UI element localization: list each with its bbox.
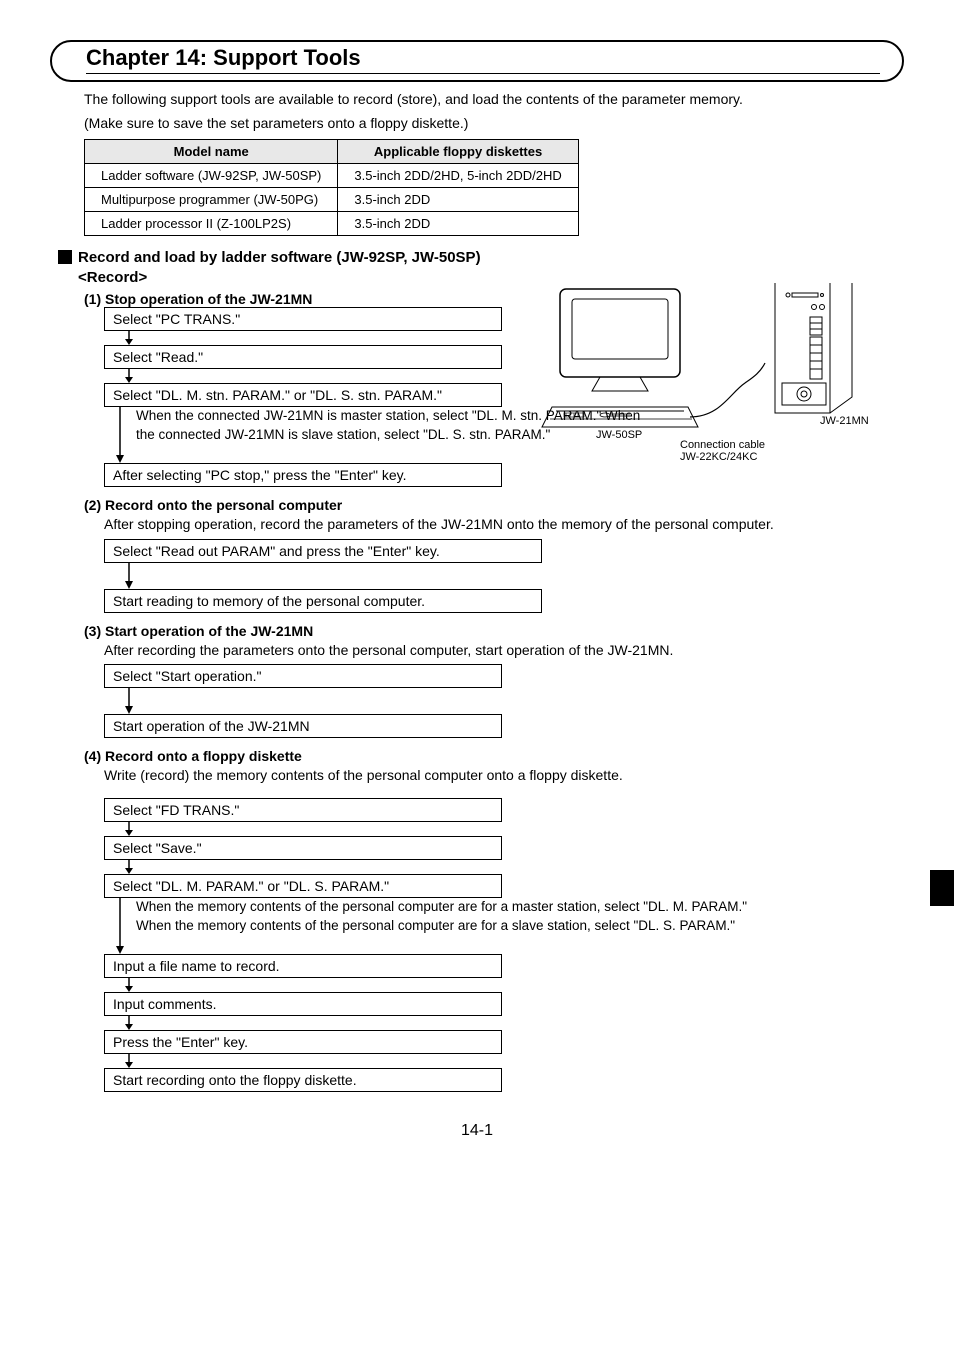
step4-desc: Write (record) the memory contents of th… <box>104 766 904 786</box>
flow-arrow-icon <box>124 822 904 836</box>
step2-heading: (2) Record onto the personal computer <box>84 497 904 513</box>
flow-box: Select "DL. M. PARAM." or "DL. S. PARAM.… <box>104 874 502 898</box>
step3-desc: After recording the parameters onto the … <box>104 641 904 661</box>
table-header: Applicable floppy diskettes <box>338 140 578 164</box>
flow-box: Input comments. <box>104 992 502 1016</box>
chapter-title: Chapter 14: Support Tools <box>86 45 361 71</box>
flow-box: Select "Save." <box>104 836 502 860</box>
section-header: Record and load by ladder software (JW-9… <box>58 248 904 287</box>
flow-arrow-icon <box>104 407 136 463</box>
connection-diagram: JW-50SP JW-21MN Connection cableJW-22KC/… <box>530 283 880 483</box>
flow-arrow-icon <box>124 1016 904 1030</box>
flow-arrow-icon <box>124 978 904 992</box>
table-cell: 3.5-inch 2DD/2HD, 5-inch 2DD/2HD <box>338 164 578 188</box>
diagram-label-jw21mn: JW-21MN <box>820 415 869 427</box>
flow-note: When the memory contents of the personal… <box>136 898 776 954</box>
flow-box: Start operation of the JW-21MN <box>104 714 502 738</box>
table-cell: Multipurpose programmer (JW-50PG) <box>85 188 338 212</box>
table-header: Model name <box>85 140 338 164</box>
flow-box: Input a file name to record. <box>104 954 502 978</box>
flow-box: Select "Read." <box>104 345 502 369</box>
step2-desc: After stopping operation, record the par… <box>104 515 904 535</box>
flow-box: Select "DL. M. stn. PARAM." or "DL. S. s… <box>104 383 502 407</box>
flow-box: After selecting "PC stop," press the "En… <box>104 463 502 487</box>
title-underline <box>86 73 880 74</box>
table-cell: Ladder software (JW-92SP, JW-50SP) <box>85 164 338 188</box>
flow-arrow-icon <box>124 563 904 589</box>
table-cell: 3.5-inch 2DD <box>338 212 578 236</box>
flow-arrow-icon <box>104 898 136 954</box>
section-tab-marker <box>930 870 954 906</box>
flow-box: Select "PC TRANS." <box>104 307 502 331</box>
flow-arrow-icon <box>124 860 904 874</box>
diagram-label-jw50sp: JW-50SP <box>596 429 642 441</box>
chapter-header: Chapter 14: Support Tools <box>50 40 904 82</box>
table-cell: 3.5-inch 2DD <box>338 188 578 212</box>
step4-heading: (4) Record onto a floppy diskette <box>84 748 904 764</box>
page-number: 14-1 <box>50 1122 904 1140</box>
flow-box: Start recording onto the floppy diskette… <box>104 1068 502 1092</box>
flow-arrow-icon <box>124 688 904 714</box>
black-square-icon <box>58 250 72 264</box>
flow-box: Select "Read out PARAM" and press the "E… <box>104 539 542 563</box>
section-title: Record and load by ladder software (JW-9… <box>78 248 481 287</box>
flow-box: Select "Start operation." <box>104 664 502 688</box>
model-table: Model name Applicable floppy diskettes L… <box>84 139 579 236</box>
step3-heading: (3) Start operation of the JW-21MN <box>84 623 904 639</box>
flow-box: Start reading to memory of the personal … <box>104 589 542 613</box>
intro-text-1: The following support tools are availabl… <box>84 90 904 110</box>
intro-text-2: (Make sure to save the set parameters on… <box>84 114 904 134</box>
flow-arrow-icon <box>124 1054 904 1068</box>
flow-box: Press the "Enter" key. <box>104 1030 502 1054</box>
table-cell: Ladder processor II (Z-100LP2S) <box>85 212 338 236</box>
flow-box: Select "FD TRANS." <box>104 798 502 822</box>
diagram-label-cable: Connection cableJW-22KC/24KC <box>680 439 765 463</box>
